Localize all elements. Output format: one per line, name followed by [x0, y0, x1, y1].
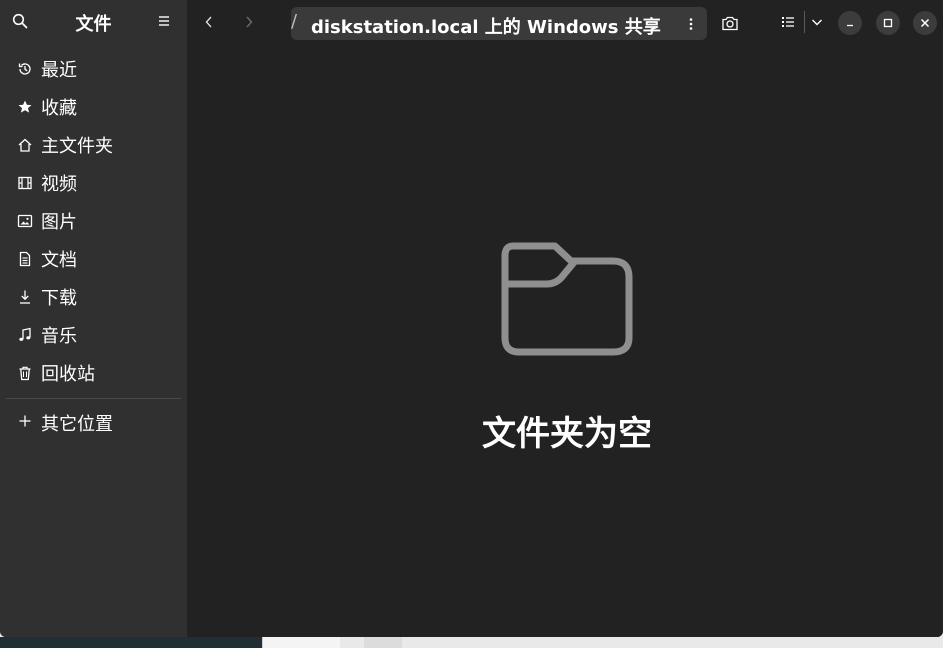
sidebar-divider	[6, 398, 181, 399]
chevron-right-icon	[246, 16, 253, 28]
film-icon	[17, 175, 33, 191]
folder-icon	[501, 242, 633, 358]
maximize-button[interactable]	[876, 11, 900, 35]
view-options-button[interactable]	[809, 14, 825, 30]
sidebar-item-recent[interactable]: 最近	[0, 50, 187, 88]
search-folder-button[interactable]	[721, 14, 739, 32]
sidebar-item-videos[interactable]: 视频	[0, 164, 187, 202]
toolbar-divider	[804, 11, 805, 33]
desktop-tab-edge	[364, 637, 402, 648]
current-location[interactable]: diskstation.local 上的 Windows 共享	[311, 13, 661, 39]
sidebar: 文件 最近 收藏 主文件夹 视频 图片 文档 下载 音乐 回收站 其它位置	[0, 0, 187, 637]
file-manager-window: 文件 最近 收藏 主文件夹 视频 图片 文档 下载 音乐 回收站 其它位置 / …	[0, 0, 943, 637]
plus-icon	[17, 413, 33, 433]
empty-folder-message: 文件夹为空	[482, 414, 652, 454]
sidebar-item-starred[interactable]: 收藏	[0, 88, 187, 126]
list-view-icon	[782, 17, 794, 27]
sidebar-item-label: 下载	[41, 288, 77, 309]
sidebar-item-label: 主文件夹	[41, 136, 113, 157]
file-view[interactable]: 文件夹为空	[187, 44, 943, 637]
sidebar-item-trash[interactable]: 回收站	[0, 354, 187, 392]
home-icon	[17, 137, 33, 153]
sidebar-item-label: 其它位置	[41, 414, 113, 435]
sidebar-item-label: 回收站	[41, 364, 95, 385]
sidebar-header: 文件	[0, 0, 187, 44]
list-view-button[interactable]	[780, 14, 796, 30]
back-button[interactable]	[201, 14, 217, 30]
location-bar[interactable]: / diskstation.local 上的 Windows 共享	[291, 7, 707, 40]
document-icon	[17, 251, 33, 267]
forward-button[interactable]	[241, 14, 257, 30]
close-icon	[920, 18, 930, 28]
sidebar-item-pictures[interactable]: 图片	[0, 202, 187, 240]
close-button[interactable]	[913, 11, 937, 35]
download-icon	[17, 289, 33, 305]
more-options-icon[interactable]	[683, 16, 699, 32]
places-list: 最近 收藏 主文件夹 视频 图片 文档 下载 音乐 回收站	[0, 50, 187, 392]
sidebar-item-label: 最近	[41, 60, 77, 81]
sidebar-item-label: 收藏	[41, 98, 77, 119]
sidebar-item-home[interactable]: 主文件夹	[0, 126, 187, 164]
desktop-window-edge	[262, 637, 340, 648]
sidebar-item-label: 音乐	[41, 326, 77, 347]
minimize-icon	[847, 24, 853, 27]
chevron-down-icon	[812, 19, 822, 26]
star-icon	[17, 99, 33, 115]
sidebar-item-label: 视频	[41, 174, 77, 195]
image-icon	[17, 213, 33, 229]
chevron-left-icon	[205, 16, 212, 28]
sidebar-item-downloads[interactable]: 下载	[0, 278, 187, 316]
sidebar-item-label: 图片	[41, 212, 77, 233]
desktop-dark-region	[0, 637, 262, 648]
sidebar-item-documents[interactable]: 文档	[0, 240, 187, 278]
minimize-button[interactable]	[838, 11, 862, 35]
camera-search-icon	[722, 16, 738, 31]
sidebar-item-music[interactable]: 音乐	[0, 316, 187, 354]
path-separator: /	[291, 11, 298, 32]
hamburger-menu-icon[interactable]	[156, 13, 172, 29]
header-bar: / diskstation.local 上的 Windows 共享	[187, 0, 943, 44]
music-icon	[17, 327, 33, 343]
trash-icon	[17, 365, 33, 381]
sidebar-item-other-locations[interactable]: 其它位置	[0, 404, 187, 442]
clock-icon	[17, 61, 33, 77]
maximize-icon	[883, 18, 893, 28]
sidebar-item-label: 文档	[41, 250, 77, 271]
desktop-background	[0, 637, 943, 648]
